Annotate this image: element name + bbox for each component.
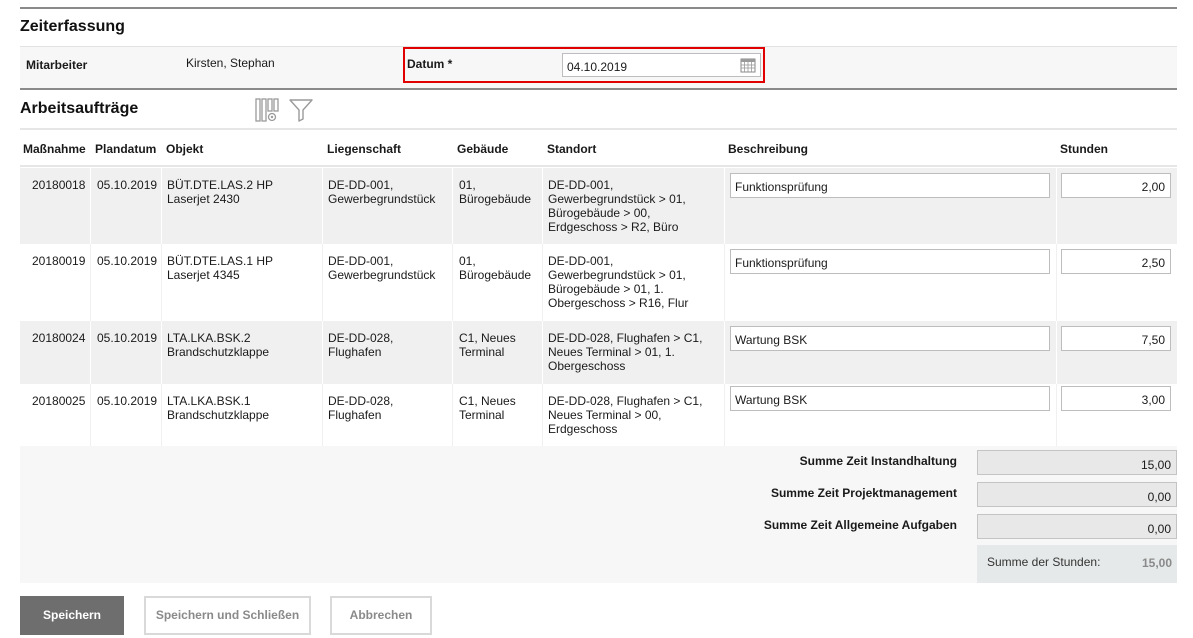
liegenschaft-cell: DE-DD-028, Flughafen [328, 331, 394, 359]
standort-cell: DE-DD-028, Flughafen > C1, Neues Terminal… [548, 394, 703, 436]
date-label: Datum * [407, 57, 453, 71]
objekt-cell: BÜT.DTE.LAS.1 HP Laserjet 4345 [167, 254, 274, 282]
page-title: Zeiterfassung [20, 18, 125, 35]
total-hours-box: Summe der Stunden: 15,00 [977, 545, 1177, 583]
calendar-icon[interactable] [740, 57, 756, 73]
col-gebaeude[interactable]: Gebäude [457, 142, 508, 156]
hours-input[interactable]: 3,00 [1061, 386, 1171, 411]
employee-value: Kirsten, Stephan [186, 56, 275, 70]
gebaeude-cell: C1, Neues Terminal [459, 394, 516, 422]
table-row[interactable]: 20180019 05.10.2019 BÜT.DTE.LAS.1 HP Lase… [20, 244, 1177, 321]
col-massnahme[interactable]: Maßnahme [23, 142, 86, 156]
col-standort[interactable]: Standort [547, 142, 596, 156]
gebaeude-cell: 01, Bürogebäude [459, 254, 532, 282]
col-stunden[interactable]: Stunden [1060, 142, 1108, 156]
table-row[interactable]: 20180024 05.10.2019 LTA.LKA.BSK.2 Brandsc… [20, 321, 1177, 384]
total-hours-value: 15,00 [1141, 556, 1172, 570]
sum-allgemein-label: Summe Zeit Allgemeine Aufgaben [763, 518, 957, 532]
date-value: 04.10.2019 [567, 60, 628, 74]
column-settings-icon[interactable] [254, 97, 280, 123]
employee-label: Mitarbeiter [26, 58, 88, 72]
description-input[interactable]: Wartung BSK [730, 386, 1050, 411]
plandatum-cell: 05.10.2019 [97, 331, 158, 345]
hours-input[interactable]: 2,00 [1061, 173, 1171, 198]
sum-instandhaltung-label: Summe Zeit Instandhaltung [799, 454, 957, 468]
description-input[interactable]: Wartung BSK [730, 326, 1050, 351]
hours-input[interactable]: 7,50 [1061, 326, 1171, 351]
orders-title: Arbeitsaufträge [20, 100, 139, 117]
liegenschaft-cell: DE-DD-028, Flughafen [328, 394, 394, 422]
col-liegenschaft[interactable]: Liegenschaft [327, 142, 401, 156]
massnahme-cell: 20180025 [32, 394, 86, 408]
table-header: Maßnahme Plandatum Objekt Liegenschaft G… [20, 128, 1177, 167]
massnahme-cell: 20180018 [32, 178, 86, 192]
objekt-cell: BÜT.DTE.LAS.2 HP Laserjet 2430 [167, 178, 274, 206]
gebaeude-cell: C1, Neues Terminal [459, 331, 516, 359]
date-field-highlight: Datum * 04.10.2019 [403, 47, 765, 83]
hours-input[interactable]: 2,50 [1061, 249, 1171, 274]
filter-icon[interactable] [288, 97, 314, 123]
objekt-cell: LTA.LKA.BSK.1 Brandschutzklappe [167, 394, 270, 422]
plandatum-cell: 05.10.2019 [97, 178, 158, 192]
standort-cell: DE-DD-001, Gewerbegrundstück > 01, Bürogeb… [548, 178, 686, 234]
table-row[interactable]: 20180025 05.10.2019 LTA.LKA.BSK.1 Brandsc… [20, 384, 1177, 446]
top-divider [20, 7, 1177, 9]
sum-projekt-value: 0,00 [977, 482, 1177, 507]
description-input[interactable]: Funktionsprüfung [730, 173, 1050, 198]
description-input[interactable]: Funktionsprüfung [730, 249, 1050, 274]
objekt-cell: LTA.LKA.BSK.2 Brandschutzklappe [167, 331, 270, 359]
col-objekt[interactable]: Objekt [166, 142, 203, 156]
liegenschaft-cell: DE-DD-001, Gewerbegrundstück [328, 178, 436, 206]
plandatum-cell: 05.10.2019 [97, 254, 158, 268]
sum-instandhaltung-value: 15,00 [977, 450, 1177, 475]
massnahme-cell: 20180024 [32, 331, 86, 345]
massnahme-cell: 20180019 [32, 254, 86, 268]
save-and-close-button[interactable]: Speichern und Schließen [144, 596, 311, 635]
section-divider [20, 88, 1177, 90]
standort-cell: DE-DD-001, Gewerbegrundstück > 01, Bürogeb… [548, 254, 689, 310]
sum-projekt-label: Summe Zeit Projektmanagement [770, 486, 957, 500]
gebaeude-cell: 01, Bürogebäude [459, 178, 532, 206]
liegenschaft-cell: DE-DD-001, Gewerbegrundstück [328, 254, 436, 282]
col-plandatum[interactable]: Plandatum [95, 142, 156, 156]
standort-cell: DE-DD-028, Flughafen > C1, Neues Terminal… [548, 331, 703, 373]
sums-area: Summe Zeit Instandhaltung 15,00 Summe Ze… [20, 446, 1177, 583]
col-beschreibung[interactable]: Beschreibung [728, 142, 808, 156]
sum-allgemein-value: 0,00 [977, 514, 1177, 539]
date-input[interactable]: 04.10.2019 [562, 53, 761, 77]
cancel-button[interactable]: Abbrechen [330, 596, 432, 635]
total-hours-label: Summe der Stunden: [987, 555, 1101, 569]
plandatum-cell: 05.10.2019 [97, 394, 158, 408]
employee-row: Mitarbeiter Kirsten, Stephan Datum * 04.… [20, 46, 1177, 88]
table-row[interactable]: 20180018 05.10.2019 BÜT.DTE.LAS.2 HP Lase… [20, 168, 1177, 244]
save-button[interactable]: Speichern [20, 596, 124, 635]
